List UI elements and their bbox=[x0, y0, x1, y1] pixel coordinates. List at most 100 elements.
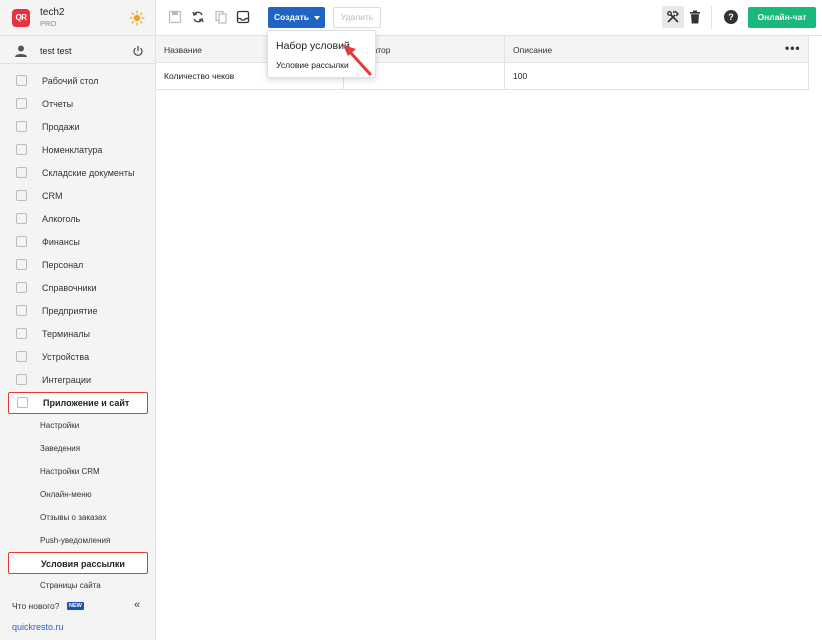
sidebar-item-1[interactable]: Отчеты bbox=[0, 93, 156, 116]
sidebar-item-label: Приложение и сайт bbox=[43, 398, 130, 408]
sidebar-item-11[interactable]: Терминалы bbox=[0, 323, 156, 346]
sidebar-item-label: Предприятие bbox=[42, 306, 98, 316]
tag-icon bbox=[16, 144, 27, 155]
app-icon bbox=[17, 397, 28, 408]
delete-button[interactable]: Удалить bbox=[333, 7, 381, 28]
main-nav: Рабочий стол Отчеты Продажи Номенклатура Скл… bbox=[0, 70, 156, 414]
sidebar-item-2[interactable]: Продажи bbox=[0, 116, 156, 139]
subnav-item-0[interactable]: Настройки bbox=[0, 414, 156, 437]
cell-description: 100 bbox=[513, 71, 528, 81]
subnav-item-label: Отзывы о заказах bbox=[40, 513, 107, 522]
conditions-table: Название Оператор Описание ••• Количеств… bbox=[156, 36, 809, 90]
sidebar-item-9[interactable]: Справочники bbox=[0, 277, 156, 300]
tools-icon bbox=[667, 11, 679, 23]
brand-plan: PRO bbox=[40, 19, 57, 28]
wallet-icon bbox=[16, 236, 27, 247]
brand-header: QR tech2 PRO bbox=[0, 0, 156, 36]
new-badge: NEW bbox=[67, 602, 84, 610]
box-icon bbox=[16, 167, 27, 178]
people-icon bbox=[16, 259, 27, 270]
subnav-item-1[interactable]: Заведения bbox=[0, 437, 156, 460]
subnav-item-label: Онлайн-меню bbox=[40, 490, 92, 499]
table-right-border bbox=[808, 36, 809, 90]
sidebar-item-8[interactable]: Персонал bbox=[0, 254, 156, 277]
chart-icon bbox=[16, 98, 27, 109]
sidebar-item-12[interactable]: Устройства bbox=[0, 346, 156, 369]
sidebar-item-14[interactable]: Приложение и сайт bbox=[8, 392, 148, 414]
subnav-item-label: Условия рассылки bbox=[41, 559, 125, 569]
power-icon[interactable] bbox=[132, 45, 144, 57]
help-icon[interactable]: ? bbox=[724, 10, 738, 24]
subnav-item-label: Push-уведомления bbox=[40, 536, 111, 545]
subnav-item-6[interactable]: Условия рассылки bbox=[8, 552, 148, 574]
column-header-name[interactable]: Название bbox=[164, 45, 202, 55]
column-header-description[interactable]: Описание bbox=[513, 45, 552, 55]
sidebar-item-0[interactable]: Рабочий стол bbox=[0, 70, 156, 93]
sidebar-item-13[interactable]: Интеграции bbox=[0, 369, 156, 392]
sidebar-item-label: Финансы bbox=[42, 237, 80, 247]
subnav-item-label: Настройки bbox=[40, 421, 80, 430]
sidebar-item-7[interactable]: Финансы bbox=[0, 231, 156, 254]
subnav-item-4[interactable]: Отзывы о заказах bbox=[0, 506, 156, 529]
subnav-item-label: Настройки CRM bbox=[40, 467, 100, 476]
column-divider bbox=[504, 63, 505, 89]
glass-icon bbox=[16, 213, 27, 224]
sidebar-item-label: Продажи bbox=[42, 122, 80, 132]
create-label: Создать bbox=[274, 12, 309, 22]
theme-toggle-icon[interactable] bbox=[129, 10, 145, 26]
toolbar-divider bbox=[711, 6, 712, 29]
sidebar-item-label: CRM bbox=[42, 191, 63, 201]
sidebar-item-label: Справочники bbox=[42, 283, 97, 293]
create-button[interactable]: Создать bbox=[268, 7, 325, 28]
basket-icon bbox=[16, 121, 27, 132]
sidebar-item-label: Персонал bbox=[42, 260, 84, 270]
table-row[interactable]: Количество чеков 100 bbox=[156, 63, 809, 90]
app-subnav: Настройки Заведения Настройки CRM Онлайн-ме… bbox=[0, 414, 156, 597]
save-icon[interactable] bbox=[168, 10, 182, 24]
cell-name: Количество чеков bbox=[164, 71, 235, 81]
subnav-item-7[interactable]: Страницы сайта bbox=[0, 574, 156, 597]
sidebar-item-label: Складские документы bbox=[42, 168, 135, 178]
sidebar-item-3[interactable]: Номенклатура bbox=[0, 139, 156, 162]
more-options-icon[interactable]: ••• bbox=[785, 41, 801, 55]
online-chat-button[interactable]: Онлайн-чат bbox=[748, 7, 816, 28]
crm-icon bbox=[16, 190, 27, 201]
user-panel: test test bbox=[0, 40, 156, 64]
book-icon bbox=[16, 282, 27, 293]
sidebar-item-label: Алкоголь bbox=[42, 214, 81, 224]
sidebar-item-label: Рабочий стол bbox=[42, 76, 99, 86]
refresh-icon[interactable] bbox=[191, 10, 205, 24]
site-link[interactable]: quickresto.ru bbox=[12, 622, 64, 632]
subnav-item-label: Заведения bbox=[40, 444, 81, 453]
collapse-sidebar-icon[interactable]: « bbox=[134, 599, 140, 611]
sidebar-item-4[interactable]: Складские документы bbox=[0, 162, 156, 185]
sidebar-item-label: Номенклатура bbox=[42, 145, 103, 155]
shop-icon bbox=[16, 305, 27, 316]
inbox-icon[interactable] bbox=[236, 10, 250, 24]
brand-name: tech2 bbox=[40, 7, 65, 18]
dashboard-icon bbox=[16, 75, 27, 86]
sidebar-item-5[interactable]: CRM bbox=[0, 185, 156, 208]
subnav-item-5[interactable]: Push-уведомления bbox=[0, 529, 156, 552]
copy-icon[interactable] bbox=[214, 10, 228, 24]
whats-new-link[interactable]: Что нового? bbox=[12, 601, 60, 611]
logo: QR bbox=[12, 9, 30, 27]
tools-button[interactable] bbox=[662, 6, 684, 28]
column-divider bbox=[504, 36, 505, 63]
sidebar: QR tech2 PRO test test Рабочий стол Отчет… bbox=[0, 0, 156, 640]
link-icon bbox=[16, 374, 27, 385]
terminal-icon bbox=[16, 328, 27, 339]
pointer-arrow-icon bbox=[343, 45, 372, 76]
table-header: Название Оператор Описание ••• bbox=[156, 36, 809, 63]
user-icon[interactable] bbox=[14, 44, 28, 58]
toolbar: Создать Удалить ? Онлайн-чат bbox=[156, 0, 822, 36]
sidebar-item-label: Терминалы bbox=[42, 329, 90, 339]
sidebar-item-10[interactable]: Предприятие bbox=[0, 300, 156, 323]
user-name[interactable]: test test bbox=[40, 46, 72, 56]
sidebar-item-6[interactable]: Алкоголь bbox=[0, 208, 156, 231]
subnav-item-2[interactable]: Настройки CRM bbox=[0, 460, 156, 483]
trash-icon[interactable] bbox=[689, 10, 701, 24]
sidebar-item-label: Интеграции bbox=[42, 375, 91, 385]
subnav-item-3[interactable]: Онлайн-меню bbox=[0, 483, 156, 506]
sidebar-item-label: Отчеты bbox=[42, 99, 74, 109]
